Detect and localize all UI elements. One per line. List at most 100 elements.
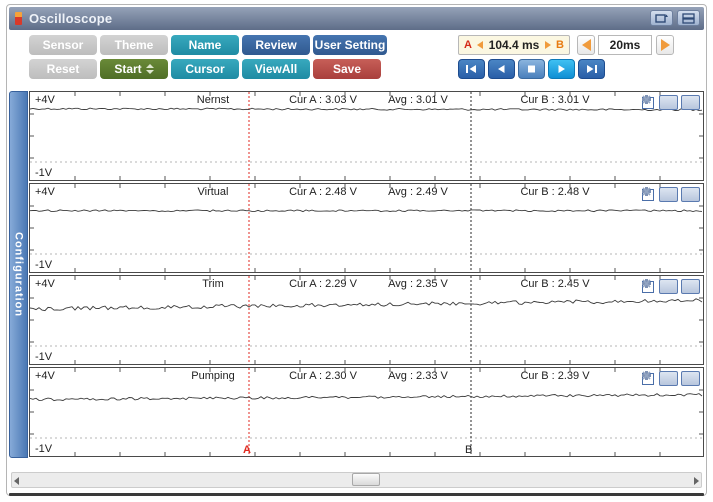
button-label: Name — [188, 38, 222, 52]
channel-close-button[interactable] — [642, 371, 700, 386]
button-label: Sensor — [42, 38, 84, 52]
channel-add-button[interactable] — [642, 187, 678, 202]
channel-add-button[interactable] — [642, 279, 678, 294]
minimize-icon — [682, 12, 695, 24]
close-icon — [642, 279, 651, 288]
toolbar-button-cursor[interactable]: Cursor — [171, 59, 239, 79]
cursor-a-tag[interactable]: A — [243, 444, 251, 456]
left-arrow-icon — [581, 39, 591, 51]
channel-name: Trim — [202, 278, 224, 290]
channel-close-button[interactable] — [642, 279, 700, 294]
detach-window-button[interactable] — [650, 10, 673, 26]
transport-controls — [458, 59, 605, 79]
timebase-decrease-button[interactable] — [577, 35, 595, 55]
configuration-tab-label: Configuration — [12, 231, 25, 318]
skip-end-icon — [587, 65, 597, 73]
minimize-button[interactable] — [677, 10, 700, 26]
scroll-right-arrow[interactable] — [694, 477, 699, 485]
channel-controls — [642, 279, 700, 294]
scrollbar-thumb[interactable] — [352, 473, 380, 486]
waveform-display — [30, 276, 703, 364]
cursor-a-value: Cur A : 2.30 V — [289, 370, 357, 382]
up-down-spinner-icon — [145, 64, 154, 74]
plot-area: Configuration +4V -1V Nernst Cur A : 3.03 V… — [9, 91, 704, 466]
cursor-a-value: Cur A : 2.48 V — [289, 186, 357, 198]
channel-panel-nernst: +4V -1V Nernst Cur A : 3.03 V Avg : 3.01 V Cu… — [29, 91, 704, 181]
toolbar-button-start[interactable]: Start — [100, 59, 168, 79]
toolbar-button-theme[interactable]: Theme — [100, 35, 168, 55]
toolbar-button-reset[interactable]: Reset — [29, 59, 97, 79]
cursor-time-readout: A 104.4 ms B — [458, 35, 570, 55]
step-back-icon — [498, 65, 505, 73]
scroll-left-arrow[interactable] — [14, 477, 19, 485]
button-label: ViewAll — [254, 62, 298, 76]
cursor-b-label: B — [556, 39, 564, 51]
configuration-tab[interactable]: Configuration — [9, 91, 28, 458]
button-label: Save — [332, 62, 362, 76]
app-icon — [15, 12, 22, 25]
toolbar-button-user-setting[interactable]: User Setting — [313, 35, 387, 55]
window-bottom-edge — [9, 493, 704, 496]
right-arrow-icon — [660, 39, 670, 51]
y-min-label: -1V — [35, 167, 53, 179]
detach-window-icon — [654, 13, 668, 23]
toolbar-button-name[interactable]: Name — [171, 35, 239, 55]
channel-name: Pumping — [191, 370, 235, 382]
channel-add-button[interactable] — [642, 371, 678, 386]
channel-panel-trim: +4V -1V Trim Cur A : 2.29 V Avg : 2.35 V Cur … — [29, 275, 704, 365]
play-icon — [558, 65, 565, 73]
cursor-b-value: Cur B : 2.39 V — [520, 370, 590, 382]
cursor-b-arrow-icon — [544, 41, 551, 49]
y-min-label: -1V — [35, 259, 53, 271]
toolbar-button-sensor[interactable]: Sensor — [29, 35, 97, 55]
button-label: User Setting — [314, 38, 386, 52]
channel-close-button[interactable] — [642, 95, 700, 110]
toolbar-button-review[interactable]: Review — [242, 35, 310, 55]
average-value: Avg : 2.33 V — [388, 370, 448, 382]
average-value: Avg : 2.49 V — [388, 186, 448, 198]
waveform-display — [30, 184, 703, 272]
y-min-label: -1V — [35, 351, 53, 363]
cursor-a-label: A — [464, 39, 472, 51]
channel-panel-virtual: +4V -1V Virtual Cur A : 2.48 V Avg : 2.49 V C… — [29, 183, 704, 273]
channel-controls — [642, 187, 700, 202]
skip-start-button[interactable] — [458, 59, 485, 79]
cursor-a-value: Cur A : 3.03 V — [289, 94, 357, 106]
close-icon — [642, 187, 651, 196]
close-icon — [642, 371, 651, 380]
step-back-button[interactable] — [488, 59, 515, 79]
cursor-b-value: Cur B : 2.45 V — [520, 278, 590, 290]
y-max-label: +4V — [35, 186, 55, 198]
channel-panels: +4V -1V Nernst Cur A : 3.03 V Avg : 3.01 V Cu… — [29, 91, 704, 459]
channel-name: Virtual — [197, 186, 229, 198]
button-label: Review — [255, 38, 297, 52]
toolbar-row-1: Sensor Theme Name Review User Setting — [29, 35, 387, 55]
skip-end-button[interactable] — [578, 59, 605, 79]
app-window: Oscilloscope Sensor Theme Name Review Use — [6, 4, 707, 496]
cursor-b-tag[interactable]: B — [465, 444, 472, 456]
cursor-delta-time: 104.4 ms — [488, 38, 540, 52]
window-title: Oscilloscope — [29, 11, 113, 26]
window-buttons — [650, 10, 700, 26]
y-min-label: -1V — [35, 443, 53, 455]
button-label: Cursor — [185, 62, 225, 76]
close-icon — [642, 95, 651, 104]
cursor-a-arrow-icon — [477, 41, 484, 49]
toolbar-button-save[interactable]: Save — [313, 59, 381, 79]
skip-start-icon — [466, 65, 476, 73]
channel-controls — [642, 371, 700, 386]
average-value: Avg : 2.35 V — [388, 278, 448, 290]
channel-panel-pumping: +4V -1V Pumping Cur A : 2.30 V Avg : 2.33 V C… — [29, 367, 704, 457]
horizontal-scrollbar — [9, 470, 704, 490]
y-max-label: +4V — [35, 370, 55, 382]
waveform-display — [30, 368, 703, 456]
toolbar-button-viewall[interactable]: ViewAll — [242, 59, 310, 79]
timebase-increase-button[interactable] — [656, 35, 674, 55]
oscilloscope-app: Oscilloscope Sensor Theme Name Review Use — [0, 0, 713, 502]
toolbar-row-2: Reset Start Cursor ViewAll Save — [29, 59, 381, 79]
channel-close-button[interactable] — [642, 187, 700, 202]
channel-add-button[interactable] — [642, 95, 678, 110]
timebase-value: 20ms — [598, 35, 652, 55]
play-button[interactable] — [548, 59, 575, 79]
stop-button[interactable] — [518, 59, 545, 79]
